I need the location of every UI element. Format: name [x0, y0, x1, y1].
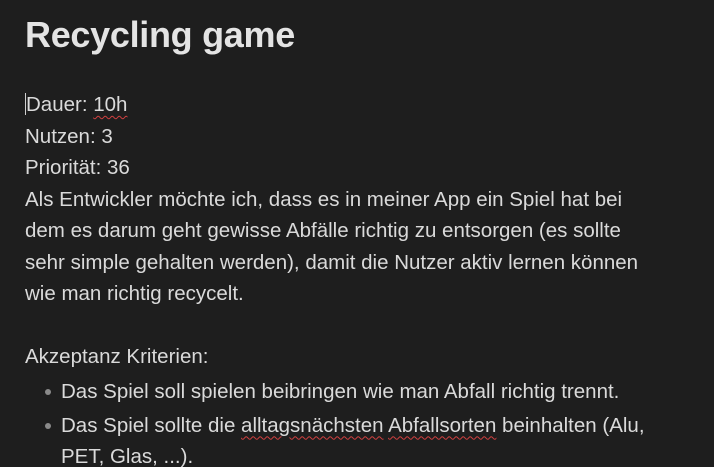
- bullet-icon: [45, 388, 51, 395]
- text-run: PET, Glas, ...).: [61, 444, 194, 467]
- empty-line: [25, 310, 705, 342]
- text-run: beinhalten (Alu,: [496, 413, 645, 437]
- user-story-paragraph[interactable]: Als Entwickler möchte ich, dass es in me…: [25, 184, 705, 310]
- note-editor[interactable]: Recycling game Dauer: 10h Nutzen: 3 Prio…: [25, 0, 705, 467]
- criteria-heading[interactable]: Akzeptanz Kriterien:: [25, 341, 705, 373]
- duration-label: Dauer:: [26, 93, 94, 116]
- priority-line[interactable]: Priorität: 36: [25, 152, 705, 184]
- criteria-item-text: Das Spiel soll spielen beibringen wie ma…: [61, 379, 620, 403]
- story-line: sehr simple gehalten werden), damit die …: [25, 250, 639, 274]
- benefit-line[interactable]: Nutzen: 3: [25, 121, 705, 153]
- list-item[interactable]: Das Spiel soll spielen beibringen wie ma…: [45, 376, 705, 407]
- misspelled-word: Abfallsorten: [388, 413, 497, 437]
- story-line: Als Entwickler möchte ich, dass es in me…: [25, 187, 623, 211]
- criteria-item-text: Das Spiel sollte die alltagsnächsten Abf…: [61, 414, 645, 467]
- duration-value: 10h: [93, 93, 128, 116]
- list-item[interactable]: Das Spiel sollte die alltagsnächsten Abf…: [45, 410, 705, 467]
- story-line: dem es darum geht gewisse Abfälle richti…: [25, 219, 621, 242]
- note-title[interactable]: Recycling game: [25, 0, 705, 56]
- bullet-icon: [45, 422, 51, 429]
- story-line: wie man richtig recycelt.: [25, 282, 244, 305]
- meta-block: Dauer: 10h Nutzen: 3 Priorität: 36: [25, 89, 705, 184]
- criteria-list: Das Spiel soll spielen beibringen wie ma…: [25, 376, 705, 467]
- text-run: Das Spiel sollte die: [61, 413, 242, 437]
- duration-line[interactable]: Dauer: 10h: [25, 89, 705, 121]
- misspelled-word: alltagsnächsten: [241, 413, 384, 437]
